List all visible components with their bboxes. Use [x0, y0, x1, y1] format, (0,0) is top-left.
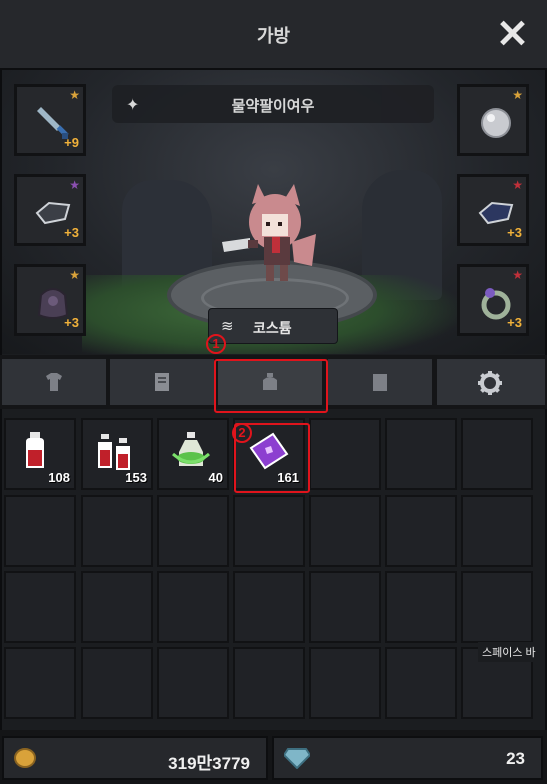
- inventory-slot[interactable]: [157, 495, 229, 567]
- inventory-slot[interactable]: [461, 495, 533, 567]
- inventory-slot[interactable]: [309, 495, 381, 567]
- tab-scroll[interactable]: [110, 359, 214, 405]
- double-red-potion-icon: [98, 434, 130, 470]
- gear-icon: [478, 371, 502, 395]
- window-title: 가방: [256, 26, 291, 46]
- inventory-slot[interactable]: [385, 647, 457, 719]
- inventory-slot[interactable]: [157, 571, 229, 643]
- item-count: 40: [208, 470, 223, 485]
- inventory-slot[interactable]: [81, 571, 153, 643]
- inventory-slot[interactable]: 108: [4, 418, 76, 490]
- diamond-icon: [284, 748, 310, 769]
- equip-slot-accessory[interactable]: ★ +3: [14, 174, 86, 246]
- inventory-slot[interactable]: [309, 647, 381, 719]
- tab-settings[interactable]: [437, 359, 545, 405]
- annotation-number-2: 2: [232, 423, 252, 443]
- gold-amount: 319만3779: [168, 754, 250, 773]
- equip-slot-orb[interactable]: ★: [457, 84, 529, 156]
- equip-level: +3: [507, 225, 522, 240]
- gem-amount: 23: [506, 749, 525, 768]
- inventory-slot[interactable]: [81, 647, 153, 719]
- item-count: 153: [125, 470, 147, 485]
- currency-bar: 319만3779 23: [0, 730, 547, 784]
- inventory-slot[interactable]: [233, 571, 305, 643]
- equip-slot-armor[interactable]: ★ +3: [14, 264, 86, 336]
- star-icon: ★: [69, 88, 80, 102]
- star-icon: ★: [69, 178, 80, 192]
- gold-box: 319만3779: [2, 736, 268, 780]
- coin-icon: [14, 748, 36, 768]
- equip-slot-ring[interactable]: ★ +3: [457, 264, 529, 336]
- star-icon: ★: [512, 268, 523, 282]
- inventory-slot[interactable]: [461, 571, 533, 643]
- scroll-icon: [155, 373, 169, 391]
- tab-material[interactable]: [328, 359, 432, 405]
- inventory-slot[interactable]: 40: [157, 418, 229, 490]
- header: 가방: [0, 0, 547, 70]
- shirt-icon: [46, 373, 62, 391]
- star-icon: ★: [512, 178, 523, 192]
- gem-box: 23: [272, 736, 543, 780]
- annotation-box-1: [214, 359, 328, 413]
- annotation-number-1: 1: [206, 334, 226, 354]
- inventory-slot[interactable]: [461, 418, 533, 490]
- character-name: 물약팔이여우: [231, 98, 315, 115]
- inventory-slot[interactable]: [385, 418, 457, 490]
- inventory-slot[interactable]: [4, 495, 76, 567]
- character-sprite: [222, 184, 316, 281]
- tab-armor[interactable]: [2, 359, 106, 405]
- paper-icon: [373, 374, 387, 391]
- character-name-bar: ✦ 물약팔이여우: [112, 85, 434, 123]
- inventory-slot[interactable]: [385, 571, 457, 643]
- layers-icon: ≋: [221, 318, 234, 335]
- inventory-slot[interactable]: 153: [81, 418, 153, 490]
- green-potion-icon: [172, 432, 210, 466]
- pearl-icon: [481, 108, 511, 138]
- star-icon: ★: [69, 268, 80, 282]
- character-stage: ✦ 물약팔이여우 ≋ 코스튬 ★ +9 ★ +3 ★ +3 ★ ★ +3 ★ +…: [2, 70, 545, 354]
- close-icon[interactable]: [495, 16, 529, 50]
- item-count: 108: [48, 470, 70, 485]
- star-icon: ★: [512, 88, 523, 102]
- equip-level: +3: [64, 315, 79, 330]
- inventory-slot[interactable]: [309, 571, 381, 643]
- equip-slot-weapon[interactable]: ★ +9: [14, 84, 86, 156]
- inventory-slot[interactable]: [233, 495, 305, 567]
- costume-label: 코스튬: [253, 320, 292, 336]
- equip-level: +3: [507, 315, 522, 330]
- equip-level: +9: [64, 135, 79, 150]
- inventory-slot[interactable]: [385, 495, 457, 567]
- inventory-slot[interactable]: [4, 571, 76, 643]
- inventory-slot[interactable]: [81, 495, 153, 567]
- inventory-slot[interactable]: [157, 647, 229, 719]
- spacebar-hint: 스페이스 바: [478, 642, 540, 662]
- equip-slot-gem[interactable]: ★ +3: [457, 174, 529, 246]
- inventory-slot[interactable]: [233, 647, 305, 719]
- inventory-slot[interactable]: [4, 647, 76, 719]
- red-potion-icon: [26, 432, 44, 468]
- costume-button[interactable]: ≋ 코스튬: [208, 308, 338, 344]
- inventory-slot[interactable]: [309, 418, 381, 490]
- equip-level: +3: [64, 225, 79, 240]
